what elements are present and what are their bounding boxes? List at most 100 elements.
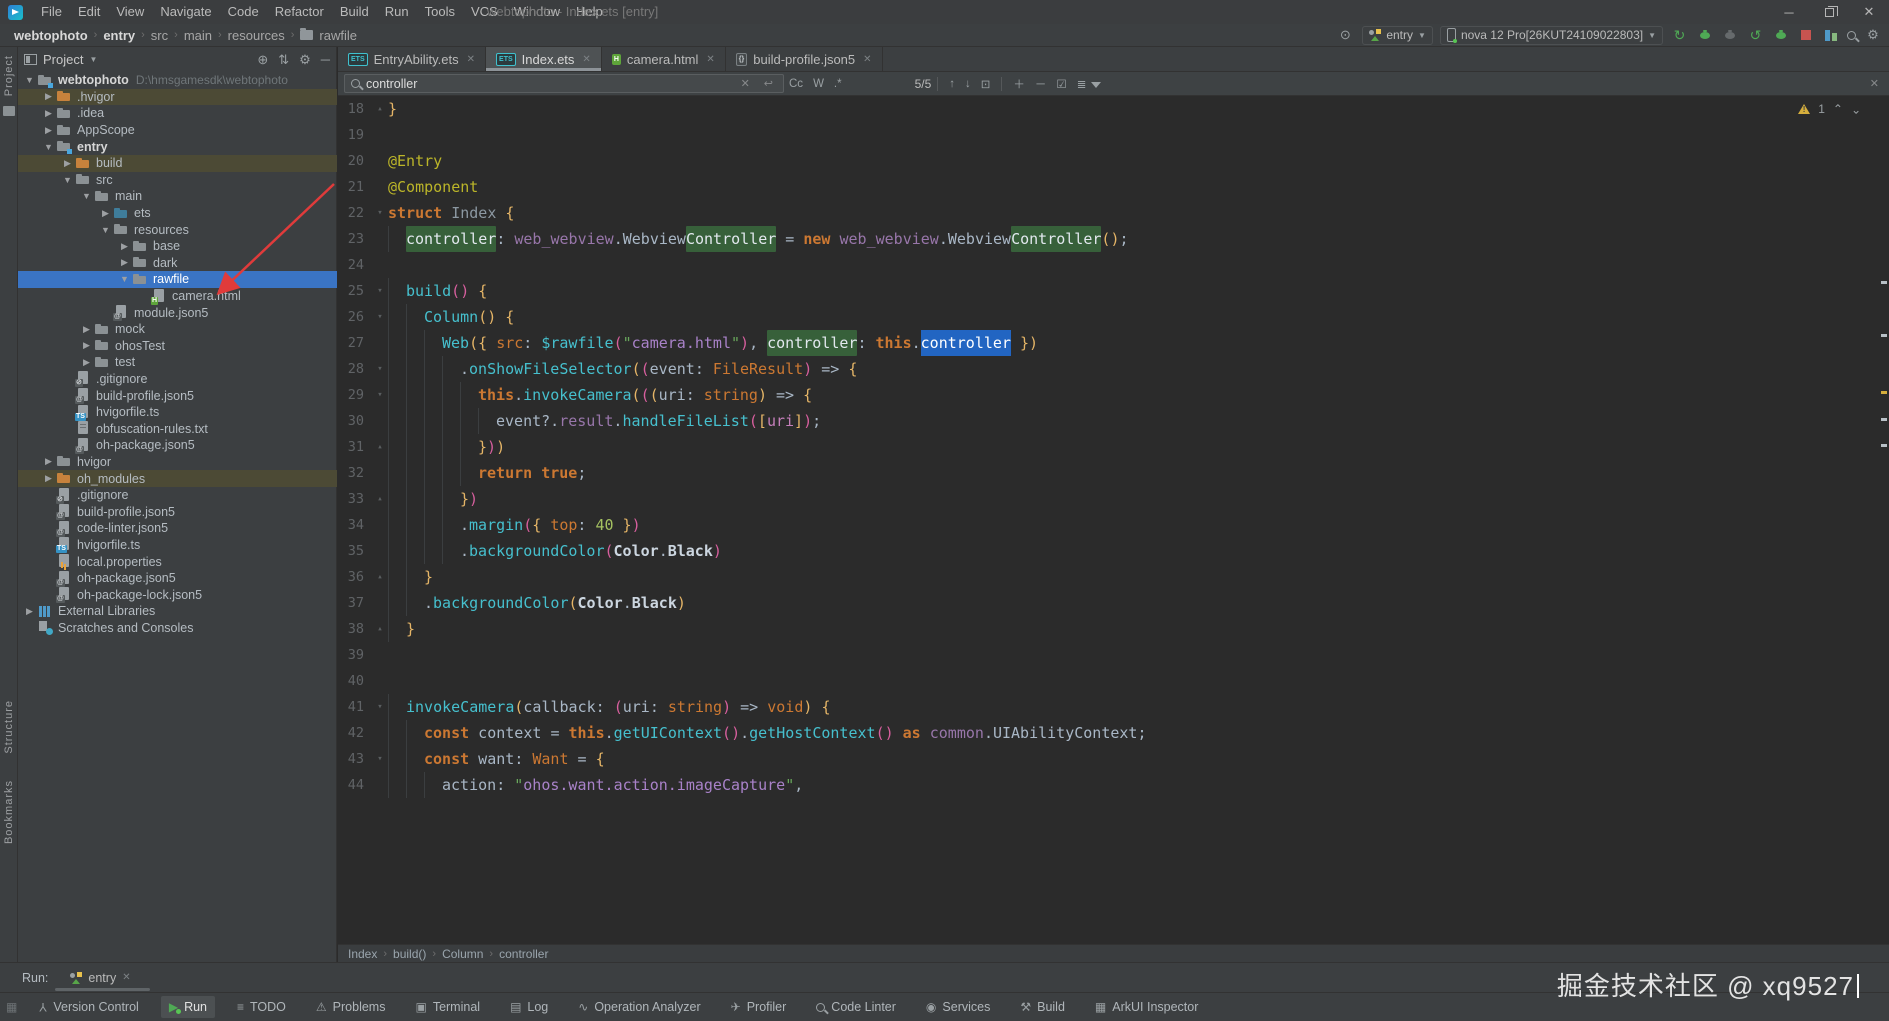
- tab-camera-html[interactable]: Hcamera.html✕: [602, 47, 726, 71]
- menu-item-file[interactable]: File: [33, 1, 70, 22]
- tree-row-module-json5[interactable]: @module.json5: [18, 304, 337, 321]
- tool-button-services[interactable]: ◉Services: [918, 996, 998, 1018]
- tree-row-mock[interactable]: ▶mock: [18, 321, 337, 338]
- menu-item-code[interactable]: Code: [220, 1, 267, 22]
- fold-up-icon[interactable]: ▴: [372, 564, 388, 590]
- tool-button-operation-analyzer[interactable]: ∿Operation Analyzer: [570, 996, 708, 1018]
- tree-row-hvigorfile-ts[interactable]: TShvigorfile.ts: [18, 537, 337, 554]
- device-selector[interactable]: nova 12 Pro[26KUT24109022803] ▼: [1440, 26, 1663, 45]
- tree-row-obfuscation-rules-txt[interactable]: obfuscation-rules.txt: [18, 420, 337, 437]
- tree-row-gitignore[interactable]: ⊘.gitignore: [18, 371, 337, 388]
- menu-item-edit[interactable]: Edit: [70, 1, 108, 22]
- fold-up-icon[interactable]: ▴: [372, 434, 388, 460]
- newline-icon[interactable]: ↩: [760, 77, 777, 90]
- chevron-down-icon[interactable]: ▼: [41, 142, 56, 152]
- editor-breadcrumb-index[interactable]: Index: [348, 947, 377, 961]
- restore-button[interactable]: [1809, 0, 1849, 24]
- chevron-right-icon[interactable]: ▶: [41, 473, 56, 484]
- tree-row-oh-package-json5[interactable]: @oh-package.json5: [18, 570, 337, 587]
- menu-item-refactor[interactable]: Refactor: [267, 1, 332, 22]
- menu-item-run[interactable]: Run: [377, 1, 417, 22]
- chevron-right-icon[interactable]: ▶: [117, 241, 132, 252]
- filter-icon[interactable]: [1091, 82, 1101, 88]
- tab-index-ets[interactable]: ETSIndex.ets✕: [486, 47, 602, 71]
- tree-row-resources[interactable]: ▼resources: [18, 221, 337, 238]
- breadcrumb-item-src[interactable]: src: [149, 28, 170, 43]
- tree-row-src[interactable]: ▼src: [18, 172, 337, 189]
- fold-down-icon[interactable]: ▾: [372, 694, 388, 720]
- chevron-down-icon[interactable]: ▼: [22, 75, 37, 85]
- error-stripe[interactable]: [1879, 96, 1889, 944]
- chevron-down-icon[interactable]: ▼: [89, 55, 97, 64]
- chevron-right-icon[interactable]: ▶: [98, 208, 113, 219]
- next-warning-icon[interactable]: ⌃: [1851, 102, 1861, 116]
- project-panel-title[interactable]: Project: [43, 52, 83, 67]
- search-toggle-cc[interactable]: Cc: [784, 78, 808, 90]
- tree-row-dark[interactable]: ▶dark: [18, 255, 337, 272]
- stop-button[interactable]: [1801, 30, 1811, 40]
- collapse-all-icon[interactable]: ⇅: [278, 52, 289, 68]
- next-occurrence-icon[interactable]: ↓: [960, 78, 976, 90]
- select-all-occurrences-icon[interactable]: ⊡: [976, 77, 996, 91]
- editor-breadcrumb-build[interactable]: build(): [393, 947, 426, 961]
- tree-row-oh-modules[interactable]: ▶oh_modules: [18, 470, 337, 487]
- chevron-right-icon[interactable]: ▶: [117, 257, 132, 268]
- tree-row-camera-html[interactable]: Hcamera.html: [18, 288, 337, 305]
- menu-item-tools[interactable]: Tools: [417, 1, 463, 22]
- tree-row-build-profile-json5[interactable]: @build-profile.json5: [18, 503, 337, 520]
- add-selection-icon[interactable]: ＋: [1008, 76, 1030, 92]
- tool-stripe-bookmarks[interactable]: Bookmarks: [3, 780, 15, 844]
- project-stripe-icon[interactable]: [3, 106, 15, 116]
- tree-row-hvigor[interactable]: ▶.hvigor: [18, 89, 337, 106]
- toggle-matches-icon[interactable]: ☑: [1051, 77, 1071, 91]
- target-icon[interactable]: ⊙: [1335, 27, 1355, 43]
- tree-row-main[interactable]: ▼main: [18, 188, 337, 205]
- chevron-right-icon[interactable]: ▶: [41, 125, 56, 136]
- chevron-down-icon[interactable]: ▼: [79, 191, 94, 201]
- tree-row-base[interactable]: ▶base: [18, 238, 337, 255]
- tool-button-todo[interactable]: ≡TODO: [229, 996, 294, 1018]
- fold-down-icon[interactable]: ▾: [372, 746, 388, 772]
- tree-row-oh-package-lock-json5[interactable]: @oh-package-lock.json5: [18, 586, 337, 603]
- tree-row-oh-package-json5[interactable]: @oh-package.json5: [18, 437, 337, 454]
- panel-settings-icon[interactable]: ⚙: [299, 52, 311, 68]
- tree-row-gitignore[interactable]: ⊘.gitignore: [18, 487, 337, 504]
- tree-row-appscope[interactable]: ▶AppScope: [18, 122, 337, 139]
- breadcrumb-item-webtophoto[interactable]: webtophoto: [12, 28, 90, 43]
- locate-file-icon[interactable]: ⊕: [257, 52, 268, 68]
- minimize-button[interactable]: ─: [1769, 0, 1809, 24]
- chevron-down-icon[interactable]: ▼: [98, 225, 113, 235]
- tool-button-build[interactable]: ⚒Build: [1012, 996, 1073, 1018]
- tree-row-rawfile[interactable]: ▼rawfile: [18, 271, 337, 288]
- fold-down-icon[interactable]: ▾: [372, 278, 388, 304]
- fold-up-icon[interactable]: ▴: [372, 486, 388, 512]
- tree-row-ohostest[interactable]: ▶ohosTest: [18, 338, 337, 355]
- device-manager-icon[interactable]: [1825, 30, 1837, 41]
- tool-stripe-project[interactable]: Project: [3, 55, 15, 96]
- chevron-right-icon[interactable]: ▶: [79, 324, 94, 335]
- breadcrumb-item-resources[interactable]: resources: [226, 28, 287, 43]
- tool-button-arkui-inspector[interactable]: ▦ArkUI Inspector: [1087, 996, 1206, 1018]
- fold-down-icon[interactable]: ▾: [372, 356, 388, 382]
- chevron-right-icon[interactable]: ▶: [60, 158, 75, 169]
- close-tab-icon[interactable]: ✕: [706, 54, 714, 65]
- sync-button[interactable]: ↺: [1746, 27, 1765, 44]
- close-tab-icon[interactable]: ✕: [582, 54, 590, 65]
- close-tab-icon[interactable]: ✕: [467, 54, 475, 65]
- sort-icon[interactable]: ≣: [1072, 77, 1092, 91]
- tool-button-problems[interactable]: ⚠Problems: [308, 996, 394, 1018]
- chevron-right-icon[interactable]: ▶: [41, 456, 56, 467]
- tree-row-build[interactable]: ▶build: [18, 155, 337, 172]
- tree-row-external-libraries[interactable]: ▶External Libraries: [18, 603, 337, 620]
- chevron-right-icon[interactable]: ▶: [22, 606, 37, 617]
- chevron-down-icon[interactable]: ▼: [60, 175, 75, 185]
- debug-button[interactable]: [1700, 32, 1710, 39]
- fold-down-icon[interactable]: ▾: [372, 382, 388, 408]
- tree-row-build-profile-json5[interactable]: @build-profile.json5: [18, 387, 337, 404]
- close-search-icon[interactable]: ✕: [1870, 77, 1879, 90]
- clear-search-icon[interactable]: ✕: [737, 77, 754, 90]
- fold-up-icon[interactable]: ▴: [372, 96, 388, 122]
- editor-breadcrumb-controller[interactable]: controller: [499, 947, 548, 961]
- tree-row-idea[interactable]: ▶.idea: [18, 105, 337, 122]
- fold-down-icon[interactable]: ▾: [372, 304, 388, 330]
